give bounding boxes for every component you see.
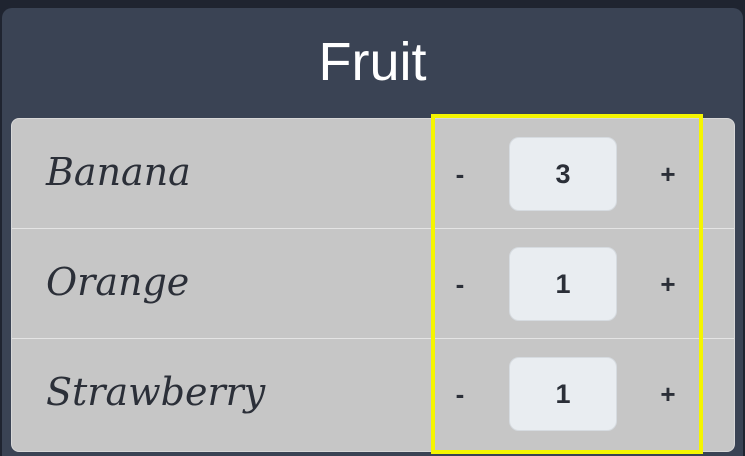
decrement-button[interactable]: - <box>442 267 478 301</box>
increment-button[interactable]: + <box>650 377 686 411</box>
decrement-button[interactable]: - <box>442 377 478 411</box>
increment-button[interactable]: + <box>650 267 686 301</box>
fruit-list: Banana - + Orange - + Strawberry - + <box>11 118 735 452</box>
list-item-banana: Banana - + <box>12 119 734 229</box>
decrement-button[interactable]: - <box>442 157 478 191</box>
increment-button[interactable]: + <box>650 157 686 191</box>
panel-title: Fruit <box>318 32 427 92</box>
list-item-strawberry: Strawberry - + <box>12 339 734 449</box>
item-name: Banana <box>46 150 191 194</box>
item-name: Orange <box>46 260 190 304</box>
fruit-panel: Fruit Banana - + Orange - + Strawberry -… <box>2 8 743 456</box>
quantity-input[interactable] <box>509 137 617 211</box>
quantity-input[interactable] <box>509 247 617 321</box>
quantity-input[interactable] <box>509 357 617 431</box>
list-item-orange: Orange - + <box>12 229 734 339</box>
item-name: Strawberry <box>46 370 266 414</box>
